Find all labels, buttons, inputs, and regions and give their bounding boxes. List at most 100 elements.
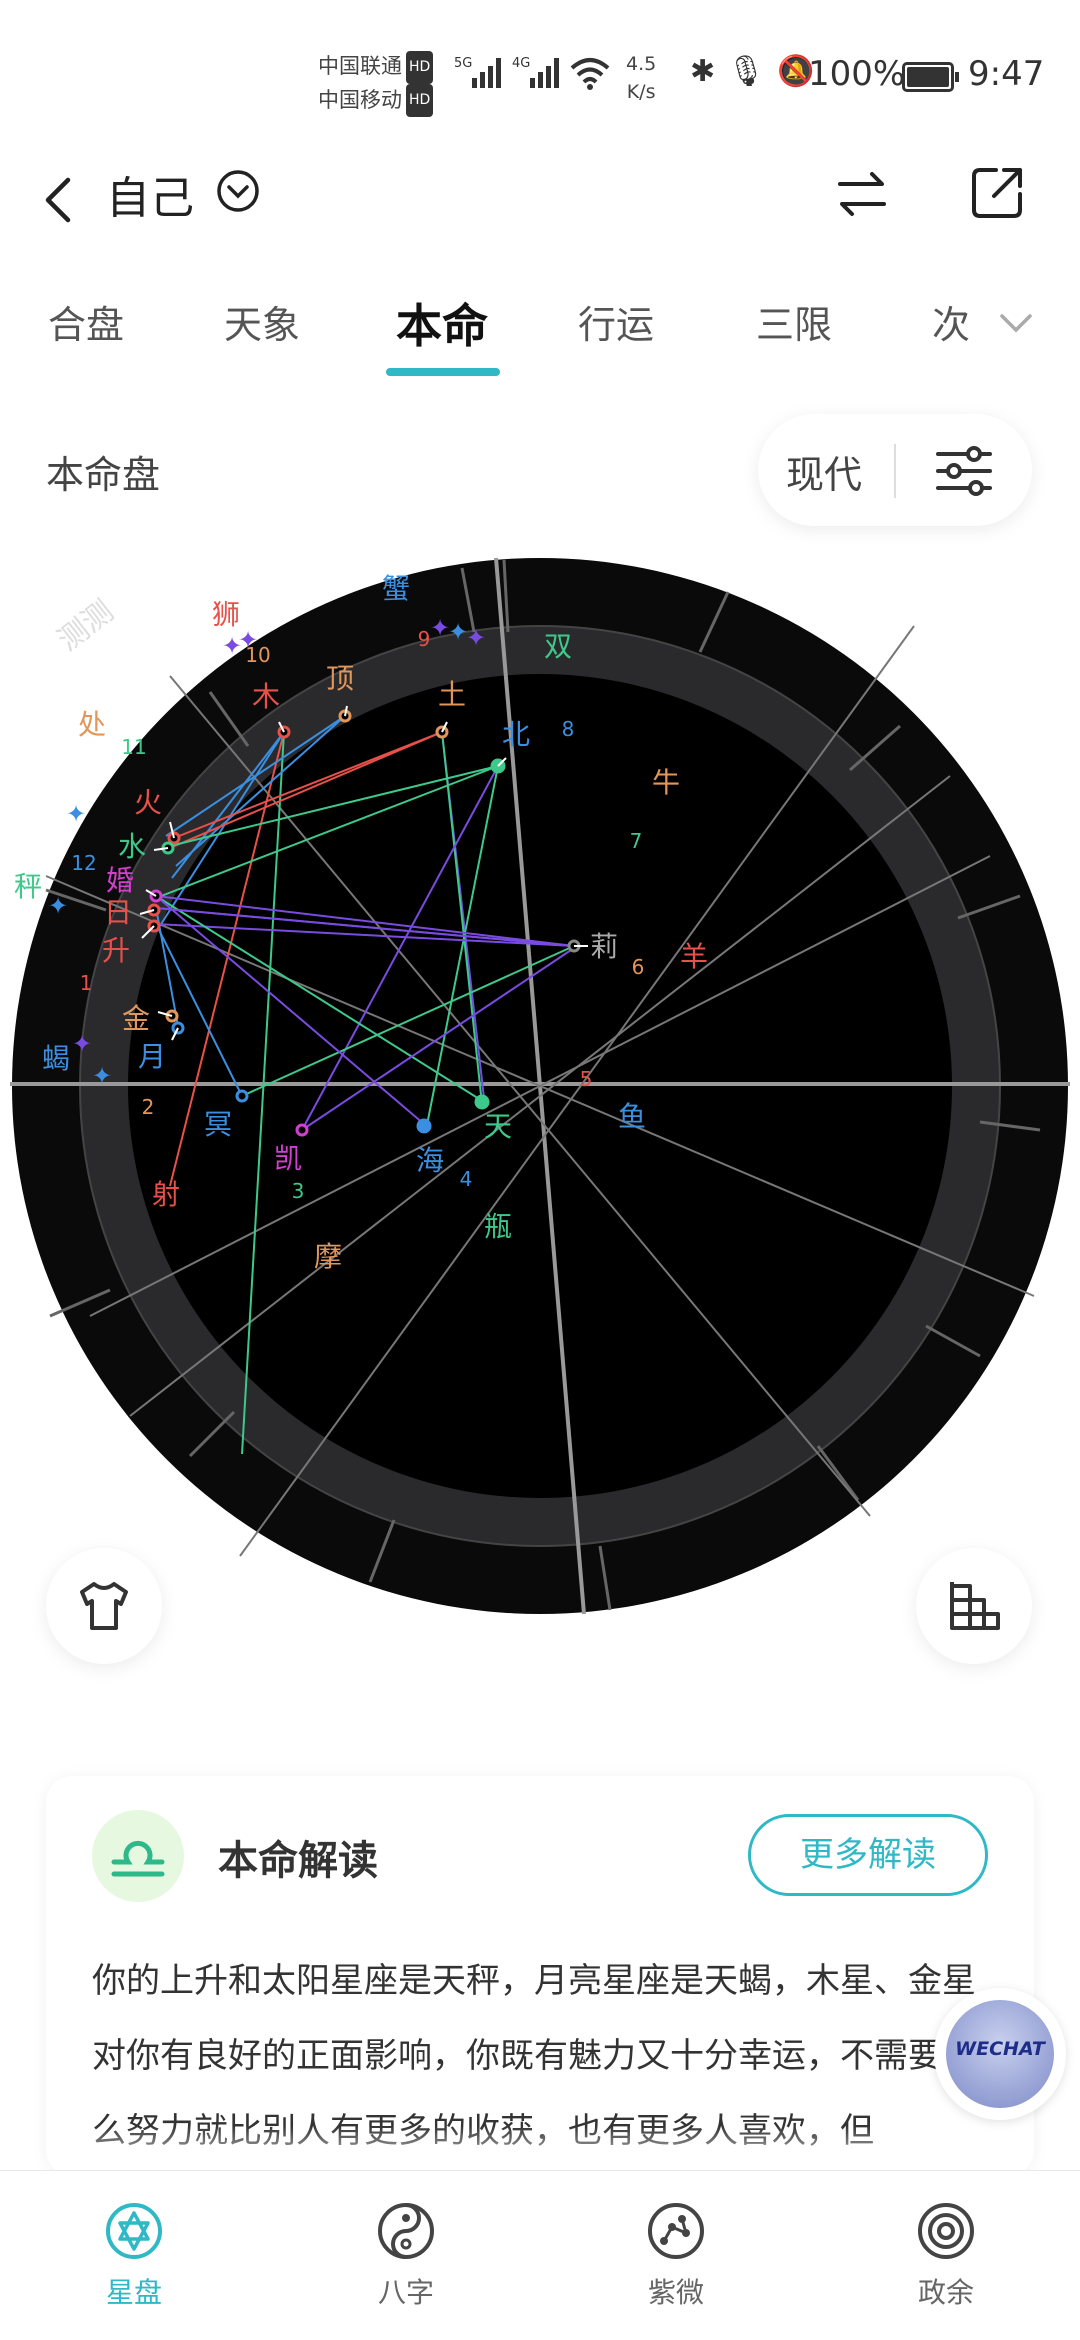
tab-tertiary[interactable]: 三限: [756, 294, 832, 349]
wechat-floating-button[interactable]: WECHAT: [928, 1984, 1080, 2124]
tshirt-icon: [80, 1582, 128, 1630]
sign-taurus: 牛: [652, 766, 680, 799]
planet-midheaven: 顶: [326, 662, 354, 695]
theme-button[interactable]: [46, 1548, 162, 1664]
sign-sagittarius: 射: [152, 1178, 180, 1211]
house-2: 2: [142, 1095, 155, 1119]
house-12: 12: [71, 851, 96, 875]
planet-pluto: 冥: [204, 1108, 232, 1141]
planet-jupiter: 木: [252, 680, 280, 713]
planet-juno: 婚: [106, 864, 134, 897]
house-6: 6: [632, 955, 645, 979]
sign-scorpio: 蝎: [42, 1042, 70, 1075]
chevron-down-icon[interactable]: [994, 302, 1038, 346]
swap-icon[interactable]: [832, 164, 892, 224]
wechat-logo-icon: WECHAT: [946, 2000, 1054, 2108]
sign-leo: 狮: [212, 598, 240, 631]
profile-title[interactable]: 自己: [106, 162, 194, 226]
planet-north-node: 北: [502, 718, 530, 751]
natal-chart-wheel[interactable]: 蟹 双 牛 羊 鱼 瓶 摩 射 蝎 秤 处 狮 ✦ ✦ ✦ ✦ ✦ ✦ ✦ ✦ …: [10, 556, 1070, 1616]
sign-libra: 秤: [14, 870, 42, 903]
star-chart-icon: [106, 2203, 162, 2259]
tab-secondary[interactable]: 次: [932, 294, 970, 349]
wifi-icon: [570, 58, 610, 90]
house-8: 8: [562, 717, 575, 741]
sign-capricorn: 摩: [314, 1240, 342, 1273]
planet-sun: 日: [104, 896, 132, 929]
yin-yang-icon: [378, 2203, 434, 2259]
battery-icon: [902, 62, 959, 92]
back-icon[interactable]: [34, 170, 84, 230]
sign-cancer: 蟹: [382, 572, 410, 605]
microphone-icon: 🎙: [727, 54, 766, 89]
watermark: 测测: [51, 594, 120, 659]
signal-4g-icon: 4G: [512, 56, 559, 88]
planet-uranus: 天: [484, 1110, 512, 1143]
sign-aquarius: 瓶: [484, 1210, 512, 1243]
chart-label: 本命盘: [46, 453, 161, 497]
nav-bazi[interactable]: 八字: [326, 2201, 486, 2311]
house-10: 10: [245, 643, 270, 667]
planet-venus: 金: [122, 1002, 150, 1035]
target-icon: [918, 2203, 974, 2259]
carrier-2: 中国移动: [318, 87, 402, 112]
star-marker: ✦: [66, 800, 86, 828]
sign-virgo: 处: [78, 708, 106, 741]
house-3: 3: [292, 1179, 305, 1203]
nav-extra[interactable]: 政余: [866, 2201, 1026, 2311]
data-view-button[interactable]: [916, 1548, 1032, 1664]
share-icon[interactable]: [968, 162, 1028, 222]
active-tab-indicator: [386, 368, 500, 376]
hd-badge: HD: [406, 84, 434, 117]
tab-transit[interactable]: 行运: [578, 294, 654, 349]
star-marker: ✦: [72, 1030, 92, 1058]
house-11: 11: [121, 735, 146, 759]
planet-mars: 火: [134, 786, 162, 819]
planet-moon: 月: [138, 1040, 166, 1073]
planet-chiron: 凯: [274, 1142, 302, 1175]
house-9: 9: [418, 627, 431, 651]
nav-star-chart[interactable]: 星盘: [54, 2201, 214, 2311]
house-1: 1: [80, 971, 93, 995]
natal-reading-card: 本命解读 更多解读 你的上升和太阳星座是天秤，月亮星座是天蝎，木星、金星对你有良…: [46, 1776, 1034, 2176]
battery-percent: 100%: [808, 54, 906, 94]
bluetooth-icon: ✱: [690, 54, 716, 89]
planet-lilith: 莉: [590, 930, 618, 963]
signal-5g-icon: 5G: [454, 56, 501, 88]
mode-selector[interactable]: 现代: [758, 414, 1032, 526]
chart-type-tabs: 合盘 天象 本命 行运 三限 次: [0, 280, 1080, 380]
network-speed: 4.5 K/s: [626, 53, 657, 103]
house-7: 7: [630, 829, 643, 853]
carrier-names: 中国联通 HD 中国移动 HD: [318, 50, 434, 117]
app-header: 自己: [0, 140, 1080, 260]
planet-mercury: 水: [118, 830, 146, 863]
libra-icon: [92, 1810, 184, 1902]
mode-label[interactable]: 现代: [786, 444, 862, 499]
tab-natal[interactable]: 本命: [396, 290, 488, 356]
constellation-icon: [648, 2203, 704, 2259]
more-reading-button[interactable]: 更多解读: [748, 1814, 988, 1896]
planet-neptune: 海: [416, 1144, 444, 1177]
hd-badge: HD: [406, 50, 434, 84]
carrier-1: 中国联通: [318, 54, 402, 78]
star-marker: ✦: [92, 1062, 112, 1090]
nav-ziwei[interactable]: 紫微: [596, 2201, 756, 2311]
star-marker: ✦: [48, 892, 68, 920]
stairs-chart-icon: [950, 1582, 1000, 1630]
chevron-down-icon[interactable]: [215, 168, 261, 214]
house-4: 4: [460, 1167, 473, 1191]
settings-sliders-icon[interactable]: [934, 444, 994, 498]
clock: 9:47: [968, 54, 1045, 94]
reading-title: 本命解读: [218, 1838, 378, 1884]
sign-pisces: 鱼: [618, 1100, 646, 1133]
status-bar: 中国联通 HD 中国移动 HD 5G 4G 4.5 K/s ✱ 🎙 🔕 100% 9…: [0, 0, 1080, 140]
planet-ascendant: 升: [102, 934, 130, 967]
sign-gemini: 双: [544, 630, 572, 663]
planet-saturn: 土: [438, 678, 466, 711]
sign-aries: 羊: [680, 940, 708, 973]
tab-transits-sky[interactable]: 天象: [224, 294, 300, 349]
star-marker: ✦: [466, 624, 486, 652]
house-5: 5: [580, 1067, 593, 1091]
bottom-navigation: 星盘 八字 紫微 政余: [0, 2170, 1080, 2340]
tab-synastry[interactable]: 合盘: [48, 294, 124, 349]
